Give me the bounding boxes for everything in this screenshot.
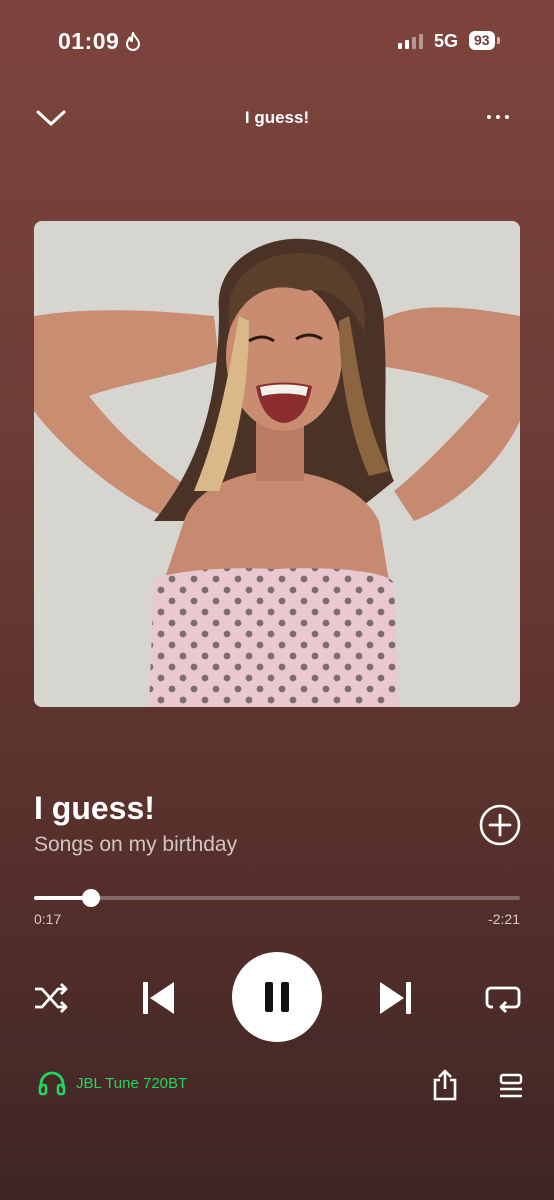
progress-handle[interactable] — [82, 889, 100, 907]
clock-text: 01:09 — [58, 28, 120, 54]
remaining-time: -2:21 — [488, 911, 520, 927]
queue-icon[interactable] — [496, 1073, 526, 1099]
flame-icon — [126, 31, 141, 51]
shuffle-icon[interactable] — [32, 980, 70, 1016]
more-options-icon[interactable] — [487, 108, 521, 126]
device-name: JBL Tune 720BT — [76, 1074, 188, 1092]
share-icon[interactable] — [430, 1068, 460, 1102]
headphones-icon — [38, 1071, 66, 1096]
header-title: I guess! — [244, 108, 310, 127]
previous-track-icon[interactable] — [138, 978, 178, 1018]
album-artwork — [34, 221, 520, 707]
network-type: 5G — [434, 31, 459, 51]
elapsed-time: 0:17 — [34, 911, 62, 927]
connected-device[interactable]: JBL Tune 720BT — [38, 1070, 187, 1096]
pause-icon — [265, 982, 289, 1012]
pause-button[interactable] — [232, 952, 322, 1042]
battery-icon: 93 — [469, 31, 500, 50]
next-track-icon[interactable] — [376, 978, 416, 1018]
battery-level: 93 — [469, 31, 495, 50]
add-to-library-icon[interactable] — [479, 804, 521, 846]
progress-bar[interactable] — [34, 896, 520, 900]
repeat-icon[interactable] — [484, 980, 522, 1016]
cellular-signal-icon — [398, 33, 423, 49]
status-time: 01:09 — [58, 28, 141, 55]
track-title: I guess! — [34, 790, 155, 826]
track-subtitle[interactable]: Songs on my birthday — [34, 833, 237, 857]
